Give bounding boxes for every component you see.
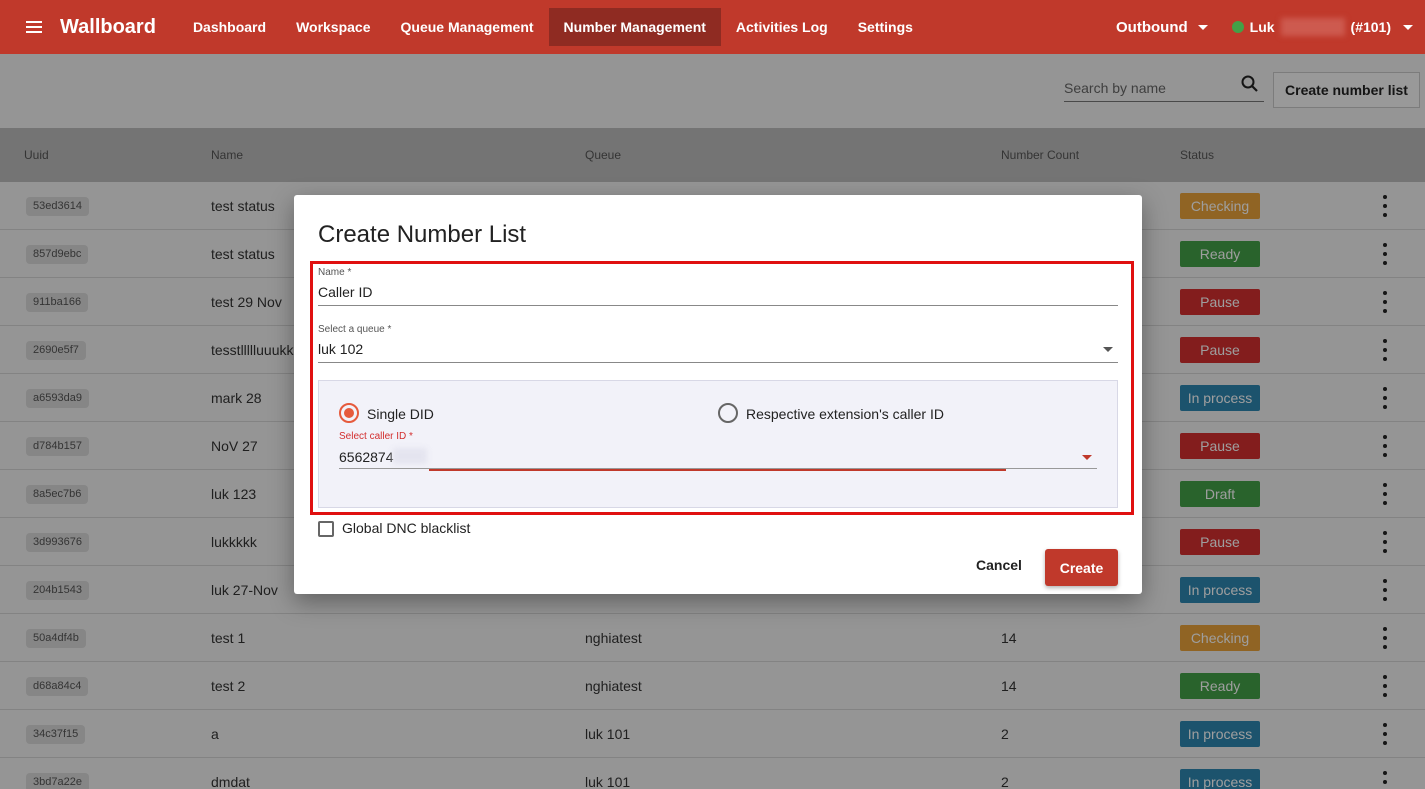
topbar-right: Outbound Luk (#101)	[1116, 0, 1425, 54]
nav-queue-management[interactable]: Queue Management	[386, 8, 549, 46]
nav-dashboard[interactable]: Dashboard	[178, 8, 281, 46]
nav-number-management[interactable]: Number Management	[548, 8, 721, 46]
queue-select[interactable]: luk 102	[318, 341, 363, 357]
single-did-label[interactable]: Single DID	[367, 406, 434, 422]
mode-label: Outbound	[1116, 18, 1188, 36]
caller-id-focus-underline	[429, 469, 1006, 471]
caller-id-select[interactable]: 6562874	[339, 449, 394, 465]
main-nav: Dashboard Workspace Queue Management Num…	[178, 0, 928, 54]
name-field-label: Name *	[318, 267, 352, 278]
dialog-title: Create Number List	[318, 221, 527, 248]
hamburger-menu-icon[interactable]	[17, 10, 51, 44]
nav-workspace[interactable]: Workspace	[281, 8, 385, 46]
user-extension: (#101)	[1350, 19, 1391, 35]
chevron-down-icon[interactable]	[1103, 347, 1113, 352]
nav-settings[interactable]: Settings	[843, 8, 928, 46]
single-did-radio[interactable]	[339, 403, 359, 423]
queue-select-label: Select a queue *	[318, 324, 392, 335]
name-field-underline	[318, 305, 1118, 306]
queue-select-underline	[318, 362, 1118, 363]
app-brand[interactable]: Wallboard	[60, 16, 156, 39]
mode-dropdown[interactable]: Outbound	[1116, 19, 1208, 36]
redacted-caller-id	[393, 448, 427, 464]
respective-extension-label[interactable]: Respective extension's caller ID	[746, 406, 944, 422]
caller-id-panel: Single DID Respective extension's caller…	[318, 380, 1118, 508]
chevron-down-icon	[1197, 24, 1208, 30]
user-name: Luk	[1249, 19, 1275, 35]
nav-activities-log[interactable]: Activities Log	[721, 8, 843, 46]
user-menu[interactable]: Luk (#101)	[1231, 18, 1413, 36]
respective-extension-radio[interactable]	[718, 403, 738, 423]
global-dnc-blacklist-label[interactable]: Global DNC blacklist	[342, 520, 470, 536]
caller-id-select-label: Select caller ID *	[339, 431, 413, 442]
name-field[interactable]: Caller ID	[318, 284, 372, 300]
chevron-down-icon[interactable]	[1082, 455, 1092, 460]
chevron-down-icon	[1403, 24, 1413, 30]
cancel-button[interactable]: Cancel	[964, 551, 1034, 579]
top-app-bar: Wallboard Dashboard Workspace Queue Mana…	[0, 0, 1425, 54]
global-dnc-blacklist-checkbox[interactable]	[318, 521, 334, 537]
online-status-icon	[1231, 21, 1244, 33]
redacted-user-surname	[1280, 18, 1345, 36]
create-number-list-dialog: Create Number List Name * Caller ID Sele…	[294, 195, 1142, 594]
create-button[interactable]: Create	[1045, 549, 1118, 586]
